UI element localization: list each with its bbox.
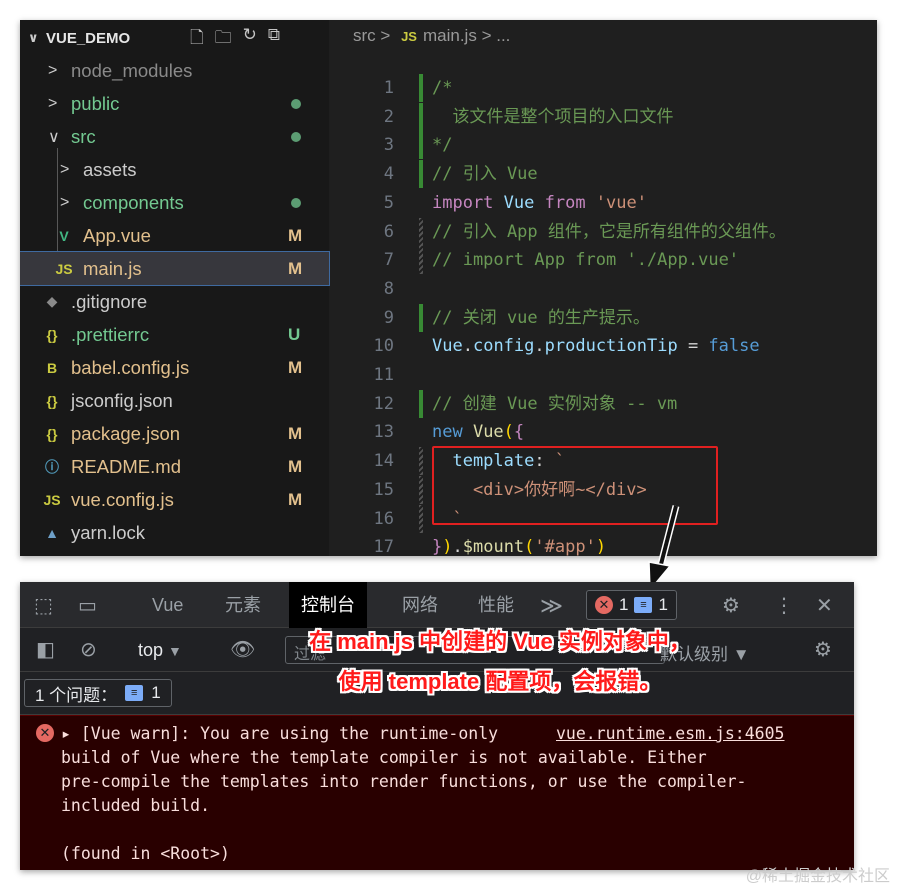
sidebar-toggle-icon[interactable]: ◧	[36, 637, 55, 662]
context-label: top	[138, 640, 164, 660]
error-icon: ✕	[595, 596, 613, 614]
console-settings-icon[interactable]: ⚙	[814, 637, 832, 662]
context-selector[interactable]: top ▼	[138, 640, 182, 661]
message-icon: ≡	[634, 597, 653, 613]
dropdown-arrow-icon: ▼	[168, 643, 182, 659]
inspect-icon[interactable]: ⬚	[34, 593, 53, 618]
close-icon[interactable]: ✕	[816, 593, 833, 618]
annotation-line-2: 使用 template 配置项，会报错。	[338, 669, 662, 694]
issue-icon: ≡	[125, 685, 144, 701]
settings-icon[interactable]: ⚙	[722, 593, 740, 618]
tab-vue[interactable]: Vue	[140, 582, 195, 628]
error-count: 1	[619, 595, 629, 614]
issues-button[interactable]: 1 个问题： ≡ 1	[24, 679, 172, 707]
console-error-message: ✕ ▸ [Vue warn]: You are using the runtim…	[20, 715, 854, 870]
error-source-link[interactable]: vue.runtime.esm.js:4605	[556, 722, 785, 746]
error-circle-icon: ✕	[36, 724, 54, 742]
annotation-line-1: 在 main.js 中创建的 Vue 实例对象中，	[309, 629, 691, 654]
more-tabs-icon[interactable]: ≫	[540, 593, 563, 619]
watermark: @稀土掘金技术社区	[745, 868, 890, 885]
error-warning-counter[interactable]: ✕ 1 ≡ 1	[586, 590, 677, 620]
issues-count: 1	[151, 683, 161, 702]
info-count: 1	[658, 595, 668, 614]
issues-label: 1 个问题：	[35, 685, 118, 705]
annotation-text: 在 main.js 中创建的 Vue 实例对象中， 使用 template 配置…	[250, 622, 750, 702]
kebab-menu-icon[interactable]: ⋮	[774, 593, 794, 618]
clear-console-icon[interactable]: ⊘	[80, 637, 97, 662]
device-toggle-icon[interactable]: ▭	[78, 593, 97, 618]
